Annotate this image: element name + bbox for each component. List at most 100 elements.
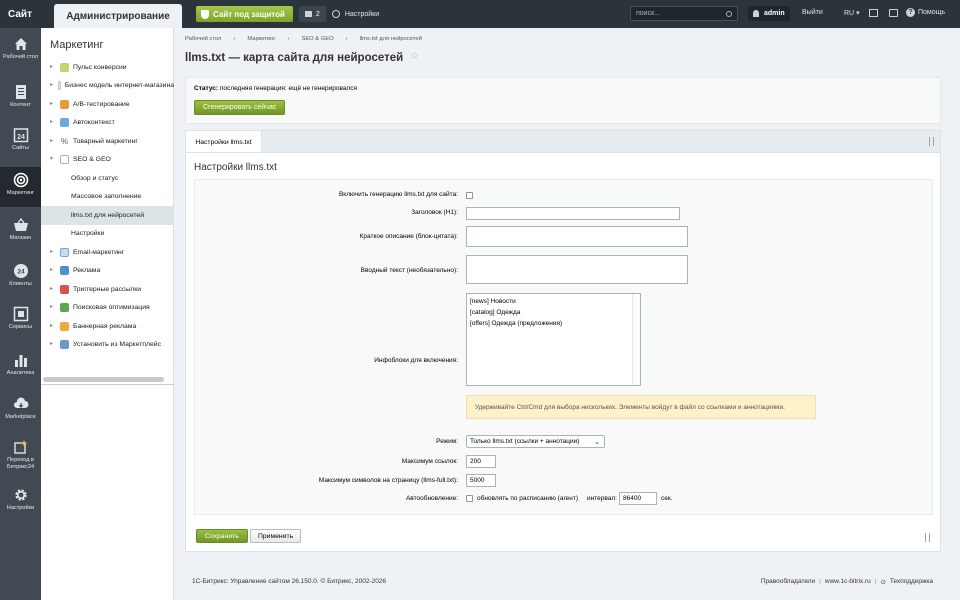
short-description-label: Краткое описание (блок-цитата): [359, 233, 458, 240]
breadcrumb-item[interactable]: SEO & GEO [301, 36, 333, 42]
sidebar-item-autocontext[interactable]: ▸ Автоконтекст [41, 114, 174, 133]
intro-text-textarea[interactable] [466, 255, 688, 284]
rail-item-settings[interactable]: Настройки [0, 487, 41, 512]
apply-button[interactable]: Применить [250, 529, 302, 543]
tab-llms-settings[interactable]: Настройки llms.txt [186, 131, 262, 153]
footer-links: Правообладатели | www.1c-bitrix.ru | ⊙ Т… [757, 578, 933, 586]
breadcrumb-item[interactable]: Рабочий стол [185, 36, 221, 42]
window-icon[interactable] [889, 9, 898, 17]
footer-sep: | [874, 578, 877, 585]
user-icon [753, 10, 759, 17]
sidebar-item-llms-txt[interactable]: llms.txt для нейросетей [41, 206, 174, 225]
sidebar-item-trigger-mailings[interactable]: ▸ Триггерные рассылки [41, 280, 174, 299]
rail-item-marketing[interactable]: Маркетинг [0, 167, 41, 207]
status-panel: Статус: последняя генерация: ещё не гене… [185, 77, 941, 124]
list-item[interactable]: [news] Новости [467, 296, 640, 307]
generate-now-button[interactable]: Сгенерировать сейчас [194, 100, 286, 115]
pin-icon[interactable] [925, 533, 930, 542]
form-body: Включить генерацию llms.txt для сайта: З… [194, 179, 933, 515]
left-rail: Рабочий стол Контент 24 Сайты Маркетинг … [0, 28, 41, 600]
sidebar-item-seo-optimization[interactable]: ▸ Поисковая оптимизация [41, 299, 174, 318]
sidebar-item-install-marketplace[interactable]: ▸ Установить из Маркетплейс [41, 336, 174, 355]
rail-item-analytics[interactable]: Аналитика [0, 352, 41, 377]
services-icon [12, 306, 30, 322]
h1-input[interactable] [466, 207, 680, 220]
enable-checkbox[interactable] [466, 192, 473, 199]
sidebar-item-overview-status[interactable]: Обзор и статус [41, 169, 174, 188]
save-button[interactable]: Сохранить [196, 529, 248, 543]
support-icon: ⊙ [880, 579, 886, 586]
chevron-down-icon: ⌄ [594, 439, 600, 446]
sidebar-scrollbar[interactable] [43, 377, 164, 382]
site-protected-label: Сайт под защитой [213, 9, 285, 19]
form-title: Настройки llms.txt [194, 162, 277, 173]
user-menu[interactable]: admin [748, 6, 790, 21]
rail-item-shop[interactable]: Магазин [0, 217, 41, 242]
status-text: Статус: последняя генерация: ещё не гене… [194, 85, 358, 92]
favorite-star-icon[interactable]: ☆ [410, 51, 419, 62]
sidebar-item-seo-geo[interactable]: ▾ SEO & GEO [41, 151, 174, 170]
marketplace-icon [60, 340, 69, 350]
list-item[interactable]: [catalog] Одежда [467, 307, 640, 318]
footer-site-link[interactable]: www.1c-bitrix.ru [825, 578, 871, 586]
listbox-scrollbar[interactable] [632, 294, 640, 385]
target-icon [12, 172, 30, 188]
sidebar-item-ab-testing[interactable]: ▸ A/B-тестирование [41, 95, 174, 114]
logout-link[interactable]: Выйти [802, 9, 823, 16]
footer-support-link[interactable]: Техподдержка [890, 578, 933, 586]
sidebar-item-ads[interactable]: ▸ Реклама [41, 262, 174, 281]
max-chars-input[interactable]: 5000 [466, 474, 496, 487]
page-title: llms.txt — карта сайта для нейросетей [185, 52, 404, 64]
search-placeholder: поиск... [636, 10, 660, 17]
enable-label: Включить генерацию llms.txt для сайта: [338, 191, 458, 198]
top-settings-link[interactable]: Настройки [331, 10, 380, 18]
h1-label: Заголовок (H1): [411, 209, 458, 216]
list-item[interactable]: [offers] Одежда (предложения) [467, 318, 640, 329]
language-selector[interactable]: RU ▾ [844, 9, 860, 17]
breadcrumb-item[interactable]: Маркетинг [247, 36, 275, 42]
tab-site[interactable]: Сайт [0, 0, 40, 28]
rail-item-bitrix24[interactable]: Переход в Битрикс24 [0, 439, 41, 471]
short-description-textarea[interactable] [466, 226, 688, 247]
trigger-icon [60, 284, 69, 294]
breadcrumb-item[interactable]: llms.txt для нейросетей [360, 36, 422, 42]
rail-item-desktop[interactable]: Рабочий стол [0, 36, 41, 61]
sidebar-item-email-marketing[interactable]: ▸ Email-маркетинг [41, 243, 174, 262]
site-protected-button[interactable]: Сайт под защитой [196, 6, 293, 22]
tab-administration[interactable]: Администрирование [54, 4, 182, 28]
help-link[interactable]: ? Помощь [906, 8, 945, 17]
top-settings-label: Настройки [344, 10, 380, 18]
rail-item-marketplace[interactable]: Marketplace [0, 396, 41, 421]
sidebar-item-product-marketing[interactable]: ▸% Товарный маркетинг [41, 132, 174, 151]
help-icon: ? [906, 8, 915, 17]
percent-icon: % [60, 136, 69, 146]
sidebar-item-bulk-fill[interactable]: Массовое заполнение [41, 188, 174, 207]
email-icon [60, 247, 69, 257]
rail-item-services[interactable]: Сервисы [0, 306, 41, 331]
banner-icon [60, 321, 69, 331]
footer-rights-link[interactable]: Правообладатели [761, 578, 815, 586]
rail-item-content[interactable]: Контент [0, 84, 41, 109]
sidebar-item-business-model[interactable]: ▸ Бизнес модель интернет-магазина [41, 77, 174, 96]
sidebar-item-banner-ads[interactable]: ▸ Баннерная реклама [41, 317, 174, 336]
sidebar-item-conversion-pulse[interactable]: ▸ Пульс конверсии [41, 58, 174, 77]
ab-test-icon [60, 99, 69, 109]
sidebar-item-seo-settings[interactable]: Настройки [41, 225, 174, 244]
main-content: Рабочий стол › Маркетинг › SEO & GEO › l… [174, 28, 960, 600]
mode-select[interactable]: Только llms.txt (ссылки + аннотации) ⌄ [466, 435, 605, 448]
search-input[interactable]: поиск... [630, 6, 738, 21]
rail-item-clients[interactable]: 24 Клиенты [0, 263, 41, 288]
calendar-icon: 24 [12, 127, 30, 143]
panel-icon[interactable] [869, 9, 878, 17]
iblocks-listbox[interactable]: [news] Новости [catalog] Одежда [offers]… [466, 293, 641, 386]
interval-input[interactable]: 86400 [619, 492, 657, 505]
rail-item-sites[interactable]: 24 Сайты [0, 127, 41, 152]
notifications-button[interactable]: 2 [298, 6, 326, 22]
form-panel: Настройки llms.txt Включить генерацию ll… [185, 152, 941, 552]
interval-unit: сек. [661, 495, 673, 502]
auto-update-checkbox[interactable] [466, 495, 473, 502]
max-links-input[interactable]: 200 [466, 455, 496, 468]
search-icon [726, 10, 732, 17]
seo-page-icon [60, 155, 69, 165]
pin-icon[interactable] [929, 137, 934, 146]
